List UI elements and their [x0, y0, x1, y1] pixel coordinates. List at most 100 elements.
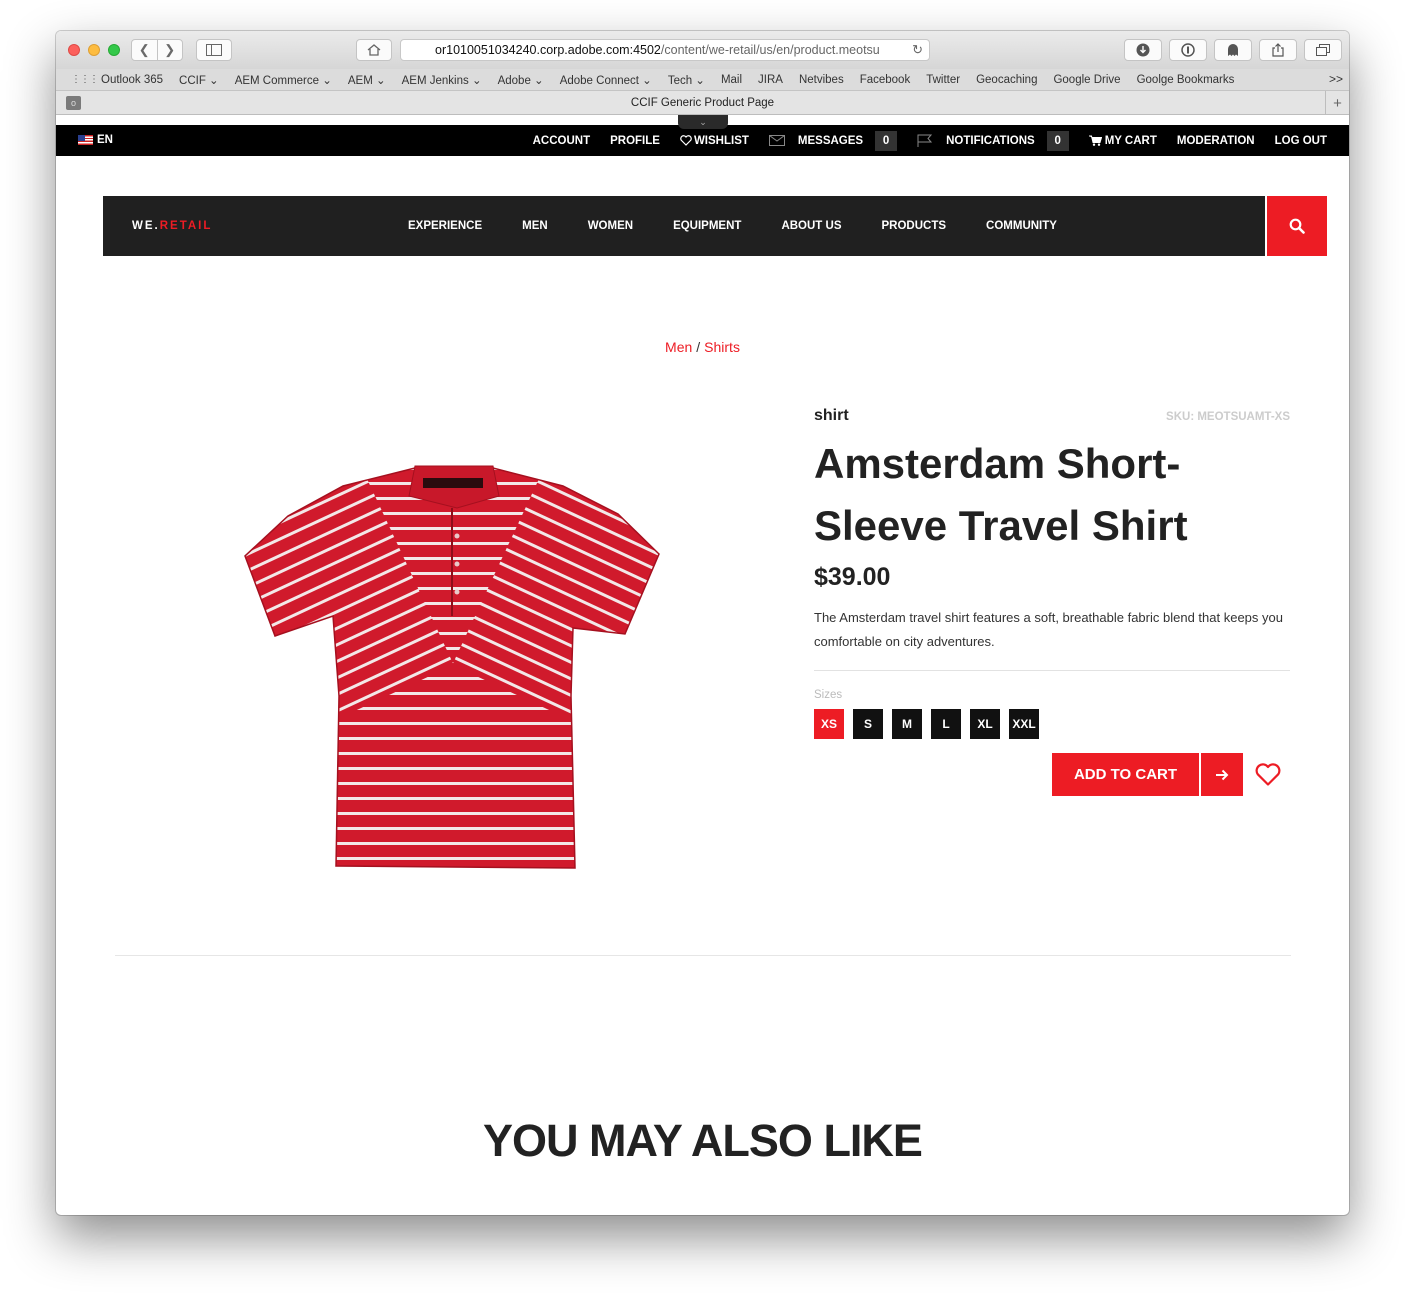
- forward-button[interactable]: ❯: [158, 40, 183, 60]
- size-xl-button[interactable]: XL: [970, 709, 1000, 739]
- product-image[interactable]: [243, 456, 663, 876]
- zoom-window-button[interactable]: [108, 44, 120, 56]
- chevron-down-icon[interactable]: ⌄: [678, 115, 728, 129]
- messages-link[interactable]: MESSAGES 0: [768, 130, 898, 151]
- cart-icon: [1088, 135, 1102, 146]
- url-host: or1010051034240.corp.adobe.com:4502: [435, 43, 661, 57]
- nav-men[interactable]: MEN: [522, 220, 548, 232]
- url-path: /content/we-retail/us/en/product.meotsu: [660, 43, 880, 57]
- language-selector[interactable]: EN: [78, 134, 113, 146]
- add-to-wishlist-button[interactable]: [1253, 760, 1283, 790]
- download-icon: [1136, 43, 1150, 57]
- minimize-window-button[interactable]: [88, 44, 100, 56]
- size-s-button[interactable]: S: [853, 709, 883, 739]
- bookmark-outlook[interactable]: Outlook 365: [101, 74, 163, 86]
- messages-count-badge: 0: [875, 130, 898, 151]
- bookmark-netvibes[interactable]: Netvibes: [799, 74, 844, 86]
- wishlist-label: WISHLIST: [693, 134, 749, 147]
- logo-prefix: WE.: [132, 220, 160, 232]
- size-m-button[interactable]: M: [892, 709, 922, 739]
- heart-icon: [680, 135, 692, 146]
- tabs-icon: [1316, 44, 1330, 56]
- downloads-button[interactable]: [1124, 39, 1162, 61]
- bookmark-google-drive[interactable]: Google Drive: [1053, 74, 1120, 86]
- bookmark-facebook[interactable]: Facebook: [860, 74, 911, 86]
- bookmark-aem[interactable]: AEM ⌄: [348, 73, 386, 87]
- bookmark-google-bookmarks[interactable]: Goolge Bookmarks: [1137, 74, 1235, 86]
- sidebar-toggle-button[interactable]: [196, 39, 232, 61]
- back-button[interactable]: ❮: [132, 40, 158, 60]
- product-price: $39.00: [814, 563, 891, 591]
- account-link[interactable]: ACCOUNT: [533, 135, 591, 147]
- product-sku: SKU: MEOTSUAMT-XS: [1166, 411, 1290, 423]
- cart-link[interactable]: MY CART: [1088, 134, 1157, 147]
- nav-experience[interactable]: EXPERIENCE: [408, 220, 482, 232]
- notifications-label: NOTIFICATIONS: [946, 134, 1035, 147]
- nav-equipment[interactable]: EQUIPMENT: [673, 220, 741, 232]
- account-links: ACCOUNT PROFILE WISHLIST MESSAGES 0 NOTI…: [513, 125, 1327, 156]
- add-to-cart-arrow-button[interactable]: [1201, 753, 1243, 796]
- bookmarks-bar: ⋮⋮⋮ Outlook 365 CCIF ⌄ AEM Commerce ⌄ AE…: [56, 69, 1349, 91]
- share-button[interactable]: [1259, 39, 1297, 61]
- moderation-link[interactable]: MODERATION: [1177, 135, 1255, 147]
- breadcrumb: Men / Shirts: [56, 339, 1349, 355]
- home-icon: [367, 44, 381, 56]
- nav-products[interactable]: PRODUCTS: [882, 220, 947, 232]
- related-products-heading: YOU MAY ALSO LIKE: [483, 1115, 923, 1166]
- profile-link[interactable]: PROFILE: [610, 135, 660, 147]
- tab-overview-button[interactable]: [1304, 39, 1342, 61]
- logout-link[interactable]: LOG OUT: [1275, 135, 1327, 147]
- bookmark-adobe[interactable]: Adobe ⌄: [498, 73, 544, 87]
- bookmark-aem-jenkins[interactable]: AEM Jenkins ⌄: [402, 73, 482, 87]
- size-xs-button[interactable]: XS: [814, 709, 844, 739]
- bookmark-mail[interactable]: Mail: [721, 74, 742, 86]
- nav-about-us[interactable]: ABOUT US: [781, 220, 841, 232]
- size-xxl-button[interactable]: XXL: [1009, 709, 1039, 739]
- close-window-button[interactable]: [68, 44, 80, 56]
- bookmark-twitter[interactable]: Twitter: [926, 74, 960, 86]
- bookmark-ccif[interactable]: CCIF ⌄: [179, 73, 219, 87]
- product-details: shirt SKU: MEOTSUAMT-XS Amsterdam Short-…: [814, 407, 1290, 739]
- main-navigation: WE.RETAIL EXPERIENCE MEN WOMEN EQUIPMENT…: [103, 196, 1265, 256]
- nav-women[interactable]: WOMEN: [588, 220, 633, 232]
- address-bar[interactable]: or1010051034240.corp.adobe.com:4502/cont…: [400, 39, 930, 61]
- bookmark-geocaching[interactable]: Geocaching: [976, 74, 1037, 86]
- history-nav: ❮ ❯: [131, 39, 183, 61]
- new-tab-plus-icon[interactable]: +: [1325, 91, 1349, 115]
- pinned-tab-icon[interactable]: o: [66, 96, 81, 110]
- home-button[interactable]: [356, 39, 392, 61]
- product-description: The Amsterdam travel shirt features a so…: [814, 606, 1290, 671]
- add-to-cart-button[interactable]: ADD TO CART: [1052, 753, 1199, 796]
- cart-label: MY CART: [1104, 134, 1157, 147]
- apps-grid-icon[interactable]: ⋮⋮⋮: [71, 74, 99, 85]
- ghostery-button[interactable]: [1214, 39, 1252, 61]
- heart-icon: [1255, 763, 1281, 786]
- more-bookmarks-chevron-icon[interactable]: >>: [1329, 72, 1343, 86]
- shirt-image: [244, 465, 660, 869]
- bookmark-aem-commerce[interactable]: AEM Commerce ⌄: [235, 73, 332, 87]
- us-flag-icon: [78, 135, 93, 145]
- sidebar-icon: [206, 44, 222, 56]
- notifications-link[interactable]: NOTIFICATIONS 0: [917, 130, 1069, 151]
- bookmark-adobe-connect[interactable]: Adobe Connect ⌄: [560, 73, 652, 87]
- bookmark-tech[interactable]: Tech ⌄: [668, 73, 705, 87]
- language-label: EN: [97, 134, 113, 146]
- size-l-button[interactable]: L: [931, 709, 961, 739]
- reload-icon[interactable]: ↻: [912, 42, 923, 58]
- messages-label: MESSAGES: [797, 134, 864, 147]
- arrow-right-icon: [1216, 769, 1229, 780]
- nav-community[interactable]: COMMUNITY: [986, 220, 1057, 232]
- search-button[interactable]: [1267, 196, 1327, 256]
- breadcrumb-shirts[interactable]: Shirts: [704, 339, 740, 355]
- browser-toolbar: ❮ ❯ or1010051034240.corp.adobe.com:4502/…: [56, 31, 1349, 69]
- ghost-icon: [1228, 44, 1238, 56]
- site-logo[interactable]: WE.RETAIL: [132, 220, 212, 232]
- breadcrumb-men[interactable]: Men: [665, 339, 692, 355]
- wishlist-link[interactable]: WISHLIST: [680, 135, 749, 147]
- browser-window: ❮ ❯ or1010051034240.corp.adobe.com:4502/…: [56, 31, 1349, 1215]
- section-divider: [115, 955, 1291, 956]
- tab-title[interactable]: CCIF Generic Product Page: [631, 97, 774, 109]
- bookmark-jira[interactable]: JIRA: [758, 74, 783, 86]
- password-button[interactable]: [1169, 39, 1207, 61]
- onepassword-icon: [1181, 43, 1195, 57]
